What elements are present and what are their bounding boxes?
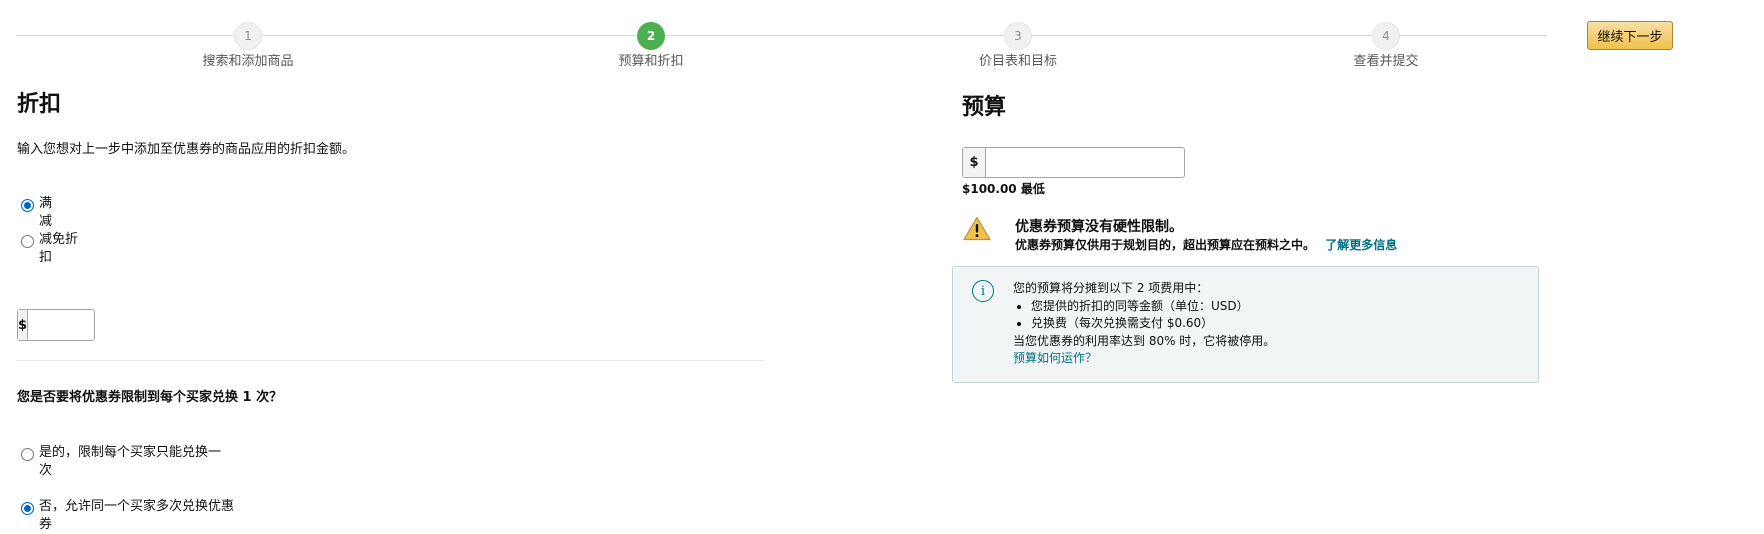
warning-icon	[963, 216, 991, 241]
learn-more-link[interactable]: 了解更多信息	[1325, 238, 1397, 252]
budget-info-list: 您提供的折扣的同等金额（单位：USD） 兑换费（每次兑换需支付 $0.60）	[1013, 298, 1275, 333]
budget-warning-title: 优惠券预算没有硬性限制。	[1015, 219, 1183, 235]
budget-title: 预算	[962, 95, 1007, 120]
limit-once-per-buyer-radio[interactable]	[21, 448, 34, 461]
step-2-label: 预算和折扣	[618, 54, 684, 69]
discount-amount-input[interactable]	[28, 310, 217, 340]
budget-info-intro: 您的预算将分摊到以下 2 项费用中：	[1013, 281, 1209, 295]
step-3-label: 价目表和目标	[978, 54, 1058, 69]
redemption-limit-question: 您是否要将优惠券限制到每个买家兑换 1 次？	[17, 390, 283, 405]
budget-minimum-label: 最低	[1020, 182, 1045, 196]
step-3-indicator: 3	[1004, 22, 1032, 50]
discount-type-percent-off-label[interactable]: 减免折 扣	[39, 231, 78, 267]
budget-amount-input[interactable]	[986, 148, 1184, 177]
how-budget-works-link[interactable]: 预算如何运作？	[1013, 350, 1275, 368]
budget-info-text: 您的预算将分摊到以下 2 项费用中： 您提供的折扣的同等金额（单位：USD） 兑…	[1013, 280, 1275, 368]
currency-symbol: $	[18, 310, 29, 340]
step-4-label: 查看并提交	[1353, 54, 1419, 69]
discount-title: 折扣	[17, 92, 62, 117]
info-icon: i	[972, 280, 994, 302]
budget-warning-text: 优惠券预算仅供用于规划目的，超出预算应在预料之中。 了解更多信息	[1015, 238, 1398, 252]
section-divider	[16, 360, 764, 361]
discount-type-amount-off-radio[interactable]	[21, 199, 34, 212]
step-4-indicator: 4	[1372, 22, 1400, 50]
step-1-label: 搜索和添加商品	[202, 54, 294, 69]
discount-type-amount-off-label[interactable]: 满 减	[39, 195, 52, 231]
budget-minimum: $100.00 最低	[962, 180, 1045, 197]
discount-amount-field[interactable]: $	[17, 309, 217, 341]
budget-info-box: i 您的预算将分摊到以下 2 项费用中： 您提供的折扣的同等金额（单位：USD）…	[952, 266, 1539, 383]
budget-info-item: 兑换费（每次兑换需支付 $0.60）	[1031, 315, 1275, 333]
budget-info-note: 当您优惠券的利用率达到 80% 时，它将被停用。	[1013, 333, 1276, 348]
discount-description: 输入您想对上一步中添加至优惠券的商品应用的折扣金额。	[17, 142, 356, 157]
allow-multiple-redemptions-label[interactable]: 否，允许同一个买家多次兑换优惠 券	[39, 498, 234, 534]
limit-once-per-buyer-label[interactable]: 是的，限制每个买家只能兑换一 次	[39, 444, 221, 480]
currency-symbol: $	[963, 148, 986, 177]
continue-next-step-button[interactable]: 继续下一步	[1587, 21, 1673, 50]
budget-minimum-amount: $100.00	[962, 182, 1017, 196]
allow-multiple-redemptions-radio[interactable]	[21, 502, 34, 515]
step-1-indicator: 1	[234, 22, 262, 50]
budget-info-item: 您提供的折扣的同等金额（单位：USD）	[1031, 298, 1275, 316]
discount-type-percent-off-radio[interactable]	[21, 235, 34, 248]
budget-amount-field[interactable]: $	[962, 147, 1185, 178]
step-2-indicator: 2	[637, 22, 665, 50]
